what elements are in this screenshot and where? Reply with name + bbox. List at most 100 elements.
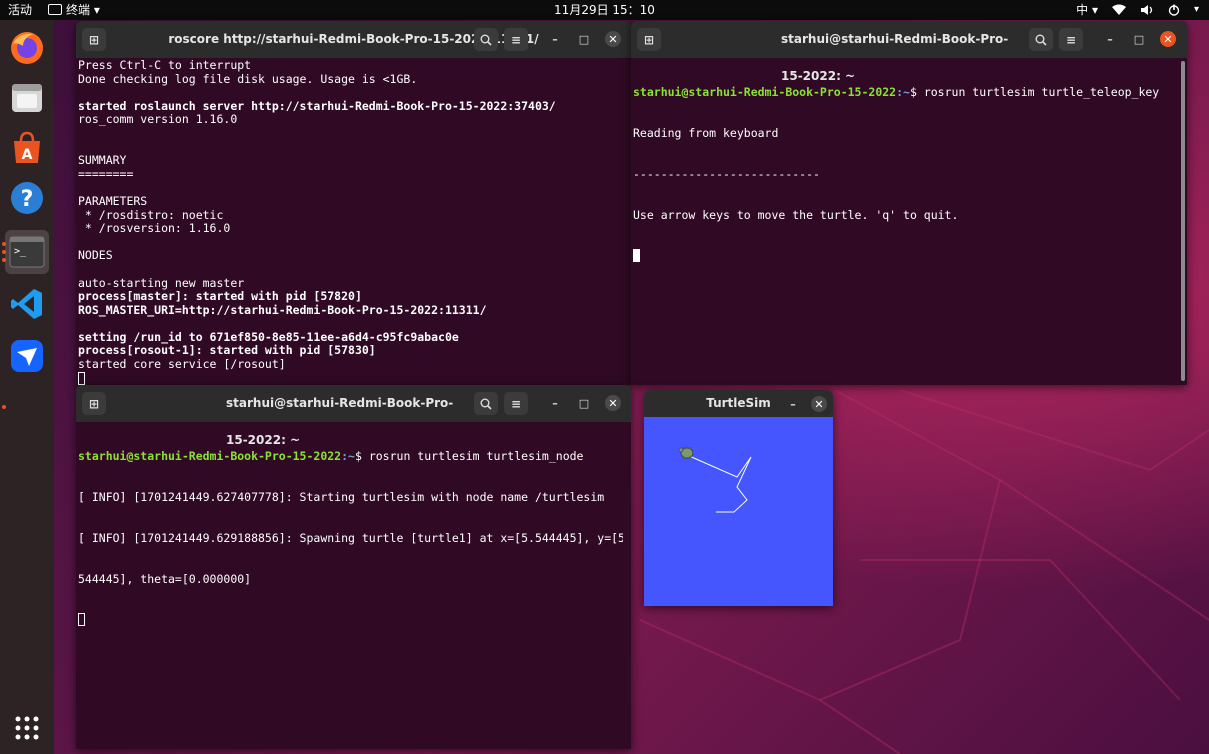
power-icon[interactable]: [1168, 4, 1180, 16]
maximize-icon: □: [1133, 32, 1145, 46]
feishu-launcher[interactable]: [5, 334, 49, 378]
scrollbar[interactable]: [1181, 61, 1185, 381]
maximize-button[interactable]: □: [1131, 31, 1147, 47]
prompt-symbol: $: [354, 449, 369, 464]
turtlesim-canvas: [678, 446, 752, 513]
svg-text:?: ?: [21, 187, 34, 212]
software-store-icon: A: [14, 131, 40, 163]
text-cursor: [78, 613, 85, 627]
search-icon: [480, 398, 492, 410]
feishu-icon: [11, 340, 43, 372]
output-line: PARAMETERS: [78, 193, 148, 208]
teleop-terminal-window[interactable]: ⊞ starhui@starhui-Redmi-Book-Pro-15-2022…: [631, 21, 1187, 385]
output-line: auto-starting new master: [78, 275, 245, 290]
running-indicator: [2, 258, 6, 262]
input-method-indicator[interactable]: 中 ▾: [1076, 0, 1098, 20]
output-line: started core service [/rosout]: [78, 357, 286, 372]
app-menu-button[interactable]: 终端 ▾: [48, 0, 100, 20]
grid-icon: [15, 716, 39, 740]
window-titlebar[interactable]: ⊞ roscore http://starhui-Redmi-Book-Pro-…: [76, 21, 631, 58]
turtlesim-window[interactable]: TurtleSim – ✕: [644, 390, 833, 606]
terminal-icon: [48, 4, 63, 15]
roscore-terminal-window[interactable]: ⊞ roscore http://starhui-Redmi-Book-Pro-…: [76, 21, 631, 385]
window-title: TurtleSim: [706, 396, 771, 410]
output-line: process[master]: started with pid [57820…: [78, 289, 362, 304]
output-line: ROS_MASTER_URI=http://starhui-Redmi-Book…: [78, 302, 487, 317]
output-line: * /rosdistro: noetic: [78, 207, 224, 222]
menu-button[interactable]: ≡: [504, 28, 528, 51]
output-line: 544445], theta=[0.000000]: [78, 571, 252, 586]
output-line: Reading from keyboard: [633, 125, 779, 140]
minimize-button[interactable]: –: [1102, 31, 1118, 47]
turtlesim-node-terminal-window[interactable]: ⊞ starhui@starhui-Redmi-Book-Pro-15-2022…: [76, 385, 631, 749]
menu-button[interactable]: ≡: [504, 392, 528, 415]
command-line: starhui@starhui-Redmi-Book-Pro-15-2022:~…: [78, 449, 623, 464]
output-line: SUMMARY: [78, 153, 127, 168]
command-text: rosrun turtlesim turtlesim_node: [368, 449, 584, 464]
help-icon: ?: [11, 182, 43, 214]
help-launcher[interactable]: ?: [5, 176, 49, 220]
turtle-path: [686, 454, 752, 513]
minimize-button[interactable]: –: [547, 31, 563, 47]
search-button[interactable]: [474, 28, 498, 51]
menu-button[interactable]: ≡: [1059, 28, 1083, 51]
hamburger-icon: ≡: [510, 32, 522, 47]
command-line: starhui@starhui-Redmi-Book-Pro-15-2022:~…: [633, 85, 1179, 100]
minimize-button[interactable]: –: [547, 395, 563, 411]
wifi-icon[interactable]: [1111, 4, 1126, 16]
software-launcher[interactable]: A: [5, 126, 49, 170]
window-titlebar[interactable]: ⊞ starhui@starhui-Redmi-Book-Pro-15-2022…: [631, 21, 1187, 83]
hamburger-icon: ≡: [510, 396, 522, 411]
activities-button[interactable]: 活动: [8, 0, 32, 20]
firefox-icon: [11, 32, 43, 64]
close-button[interactable]: ✕: [605, 395, 621, 411]
window-titlebar[interactable]: ⊞ starhui@starhui-Redmi-Book-Pro-15-2022…: [76, 385, 631, 447]
terminal-output[interactable]: Press Ctrl-C to interrupt Done checking l…: [78, 59, 623, 385]
new-tab-button[interactable]: ⊞: [82, 392, 106, 415]
clock[interactable]: 11月29日 15：10: [554, 3, 655, 17]
terminal-launcher[interactable]: >_: [5, 230, 49, 274]
running-indicator: [2, 242, 6, 246]
search-button[interactable]: [1029, 28, 1053, 51]
terminal-output[interactable]: starhui@starhui-Redmi-Book-Pro-15-2022:~…: [78, 423, 623, 749]
vscode-launcher[interactable]: [5, 282, 49, 326]
output-line: * /rosversion: 1.16.0: [78, 221, 231, 236]
command-text: rosrun turtlesim turtle_teleop_key: [923, 85, 1160, 100]
prompt-path: :~: [896, 85, 910, 100]
show-applications-button[interactable]: [5, 706, 49, 750]
new-tab-button[interactable]: ⊞: [637, 28, 661, 51]
output-line: ros_comm version 1.16.0: [78, 112, 238, 127]
maximize-button[interactable]: □: [576, 31, 592, 47]
prompt-symbol: $: [909, 85, 924, 100]
close-icon: ✕: [814, 397, 824, 411]
close-button[interactable]: ✕: [811, 396, 827, 412]
close-button[interactable]: ✕: [605, 31, 621, 47]
search-button[interactable]: [474, 392, 498, 415]
window-titlebar[interactable]: TurtleSim – ✕: [644, 390, 833, 417]
text-cursor: [633, 249, 640, 263]
prompt-user: starhui@starhui-Redmi-Book-Pro-15-2022: [633, 85, 897, 100]
search-icon: [480, 34, 492, 46]
terminal-output[interactable]: starhui@starhui-Redmi-Book-Pro-15-2022:~…: [633, 59, 1179, 385]
prompt-user: starhui@starhui-Redmi-Book-Pro-15-2022: [78, 449, 342, 464]
firefox-launcher[interactable]: [5, 26, 49, 70]
prompt-path: :~: [341, 449, 355, 464]
maximize-icon: □: [578, 32, 590, 46]
new-tab-icon: ⊞: [643, 32, 655, 47]
vscode-icon: [11, 289, 42, 319]
svg-text:>_: >_: [14, 246, 27, 257]
minimize-button[interactable]: –: [785, 396, 801, 412]
system-menu-arrow-icon[interactable]: ▾: [1194, 0, 1199, 20]
hamburger-icon: ≡: [1065, 32, 1077, 47]
maximize-button[interactable]: □: [576, 395, 592, 411]
close-button[interactable]: ✕: [1160, 31, 1176, 47]
files-launcher[interactable]: [5, 76, 49, 120]
turtle-icon: [678, 446, 694, 460]
volume-icon[interactable]: [1140, 4, 1154, 16]
close-icon: ✕: [608, 396, 618, 410]
